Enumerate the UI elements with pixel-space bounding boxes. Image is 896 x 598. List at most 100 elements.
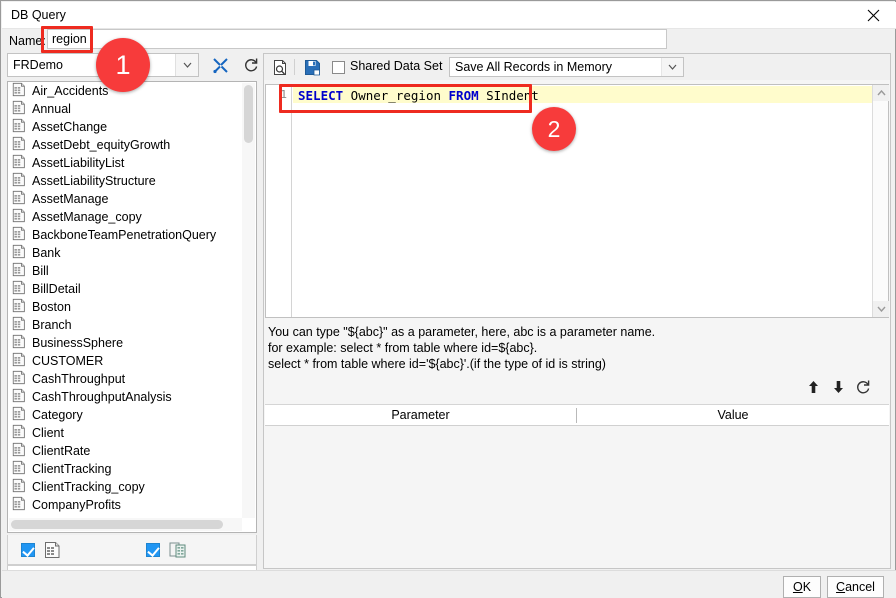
- list-item[interactable]: ClientRate: [8, 442, 256, 460]
- move-down-button[interactable]: [827, 376, 849, 398]
- chevron-down-icon[interactable]: [873, 301, 889, 317]
- ok-button[interactable]: OK: [783, 576, 821, 598]
- table-list-hscrollbar[interactable]: [9, 518, 242, 531]
- show-views-checkbox[interactable]: [146, 543, 160, 557]
- table-icon: [12, 226, 26, 244]
- list-item-label: AssetLiabilityList: [32, 156, 125, 170]
- list-item[interactable]: ClientTracking: [8, 460, 256, 478]
- title-bar: DB Query: [2, 2, 896, 28]
- dialog-footer: OK Cancel: [2, 570, 896, 598]
- close-icon[interactable]: [850, 2, 896, 28]
- list-item[interactable]: AssetLiabilityList: [8, 154, 256, 172]
- query-toolbar: Shared Data Set Save All Records in Memo…: [264, 54, 890, 80]
- table-icon: [12, 316, 26, 334]
- preview-search-icon[interactable]: [268, 56, 292, 78]
- chevron-down-icon[interactable]: [175, 54, 198, 76]
- list-item[interactable]: Bank: [8, 244, 256, 262]
- save-icon[interactable]: [300, 56, 324, 78]
- list-item-label: BillDetail: [32, 282, 81, 296]
- memory-policy-value: Save All Records in Memory: [455, 60, 613, 74]
- list-item-label: CUSTOMER: [32, 354, 104, 368]
- list-item[interactable]: AssetChange: [8, 118, 256, 136]
- table-icon: [12, 82, 26, 100]
- show-tables-checkbox[interactable]: [21, 543, 35, 557]
- cancel-label-rest: ancel: [845, 580, 875, 594]
- datasource-pane: FRDemo Air_Accidents Annual AssetChange Ass…: [7, 53, 264, 589]
- column-value: Value: [717, 408, 749, 422]
- memory-policy-select[interactable]: Save All Records in Memory: [449, 57, 684, 77]
- list-item[interactable]: AssetManage_copy: [8, 208, 256, 226]
- edit-datasource-button[interactable]: [207, 53, 233, 77]
- table-icon: [12, 100, 26, 118]
- table-list[interactable]: Air_Accidents Annual AssetChange AssetDebt_…: [7, 81, 257, 533]
- query-pane: Shared Data Set Save All Records in Memo…: [263, 53, 891, 569]
- list-item[interactable]: Bill: [8, 262, 256, 280]
- list-item[interactable]: ClientTracking_copy: [8, 478, 256, 496]
- list-item[interactable]: Annual: [8, 100, 256, 118]
- table-icon: [12, 136, 26, 154]
- list-item-label: ClientTracking: [32, 462, 112, 476]
- refresh-datasource-button[interactable]: [238, 53, 264, 77]
- shared-data-set-checkbox[interactable]: [332, 61, 345, 74]
- table-icon: [44, 541, 61, 562]
- move-up-button[interactable]: [802, 376, 824, 398]
- table-icon: [12, 334, 26, 352]
- list-item[interactable]: AssetManage: [8, 190, 256, 208]
- table-icon: [12, 424, 26, 442]
- sql-editor[interactable]: 1 SELECT Owner_region FROM SIndent: [265, 84, 889, 318]
- table-list-hscroll-thumb[interactable]: [11, 520, 223, 529]
- parameter-toolbar: [802, 376, 882, 398]
- chevron-down-icon[interactable]: [661, 58, 683, 76]
- table-list-vscrollbar[interactable]: [242, 83, 255, 518]
- list-item[interactable]: CompanyProfits: [8, 496, 256, 514]
- list-item-label: ClientTracking_copy: [32, 480, 145, 494]
- parameter-table-body[interactable]: [265, 426, 889, 568]
- table-icon: [12, 262, 26, 280]
- shared-data-set-label: Shared Data Set: [350, 59, 443, 73]
- annotation-box-2: [279, 84, 532, 113]
- list-item-label: Air_Accidents: [32, 84, 109, 98]
- help-line-3: select * from table where id='${abc}'.(i…: [268, 357, 606, 371]
- editor-vscrollbar[interactable]: [872, 85, 889, 317]
- list-item[interactable]: Category: [8, 406, 256, 424]
- list-item-label: CompanyProfits: [32, 498, 121, 512]
- cancel-button[interactable]: Cancel: [827, 576, 884, 598]
- window-title: DB Query: [11, 8, 66, 22]
- view-icon: [169, 541, 187, 562]
- parameter-table: Parameter Value: [265, 404, 889, 568]
- list-item[interactable]: Branch: [8, 316, 256, 334]
- list-item[interactable]: Boston: [8, 298, 256, 316]
- refresh-parameters-button[interactable]: [852, 376, 874, 398]
- table-icon: [12, 370, 26, 388]
- annotation-box-1: [41, 26, 93, 53]
- parameter-table-header: Parameter Value: [265, 405, 889, 426]
- list-item[interactable]: CashThroughputAnalysis: [8, 388, 256, 406]
- annotation-badge-2: 2: [532, 107, 576, 151]
- table-icon: [12, 154, 26, 172]
- list-item-label: ClientRate: [32, 444, 91, 458]
- table-list-vscroll-thumb[interactable]: [244, 85, 253, 143]
- list-item-label: Annual: [32, 102, 71, 116]
- help-line-2: for example: select * from table where i…: [268, 341, 538, 355]
- list-item-label: AssetChange: [32, 120, 108, 134]
- list-item[interactable]: CUSTOMER: [8, 352, 256, 370]
- list-item[interactable]: CashThroughput: [8, 370, 256, 388]
- list-item-label: Bank: [32, 246, 61, 260]
- list-item-label: CashThroughput: [32, 372, 126, 386]
- chevron-up-icon[interactable]: [873, 85, 889, 101]
- list-item[interactable]: AssetLiabilityStructure: [8, 172, 256, 190]
- list-item[interactable]: Client: [8, 424, 256, 442]
- table-icon: [12, 298, 26, 316]
- list-item[interactable]: BillDetail: [8, 280, 256, 298]
- toolbar-divider: [294, 59, 295, 75]
- table-icon: [12, 406, 26, 424]
- list-item[interactable]: AssetDebt_equityGrowth: [8, 136, 256, 154]
- list-item[interactable]: BusinessSphere: [8, 334, 256, 352]
- list-item[interactable]: BackboneTeamPenetrationQuery: [8, 226, 256, 244]
- table-icon: [12, 388, 26, 406]
- list-item-label: Category: [32, 408, 83, 422]
- table-icon: [12, 478, 26, 496]
- editor-gutter: 1: [266, 85, 292, 317]
- table-icon: [12, 352, 26, 370]
- table-icon: [12, 208, 26, 226]
